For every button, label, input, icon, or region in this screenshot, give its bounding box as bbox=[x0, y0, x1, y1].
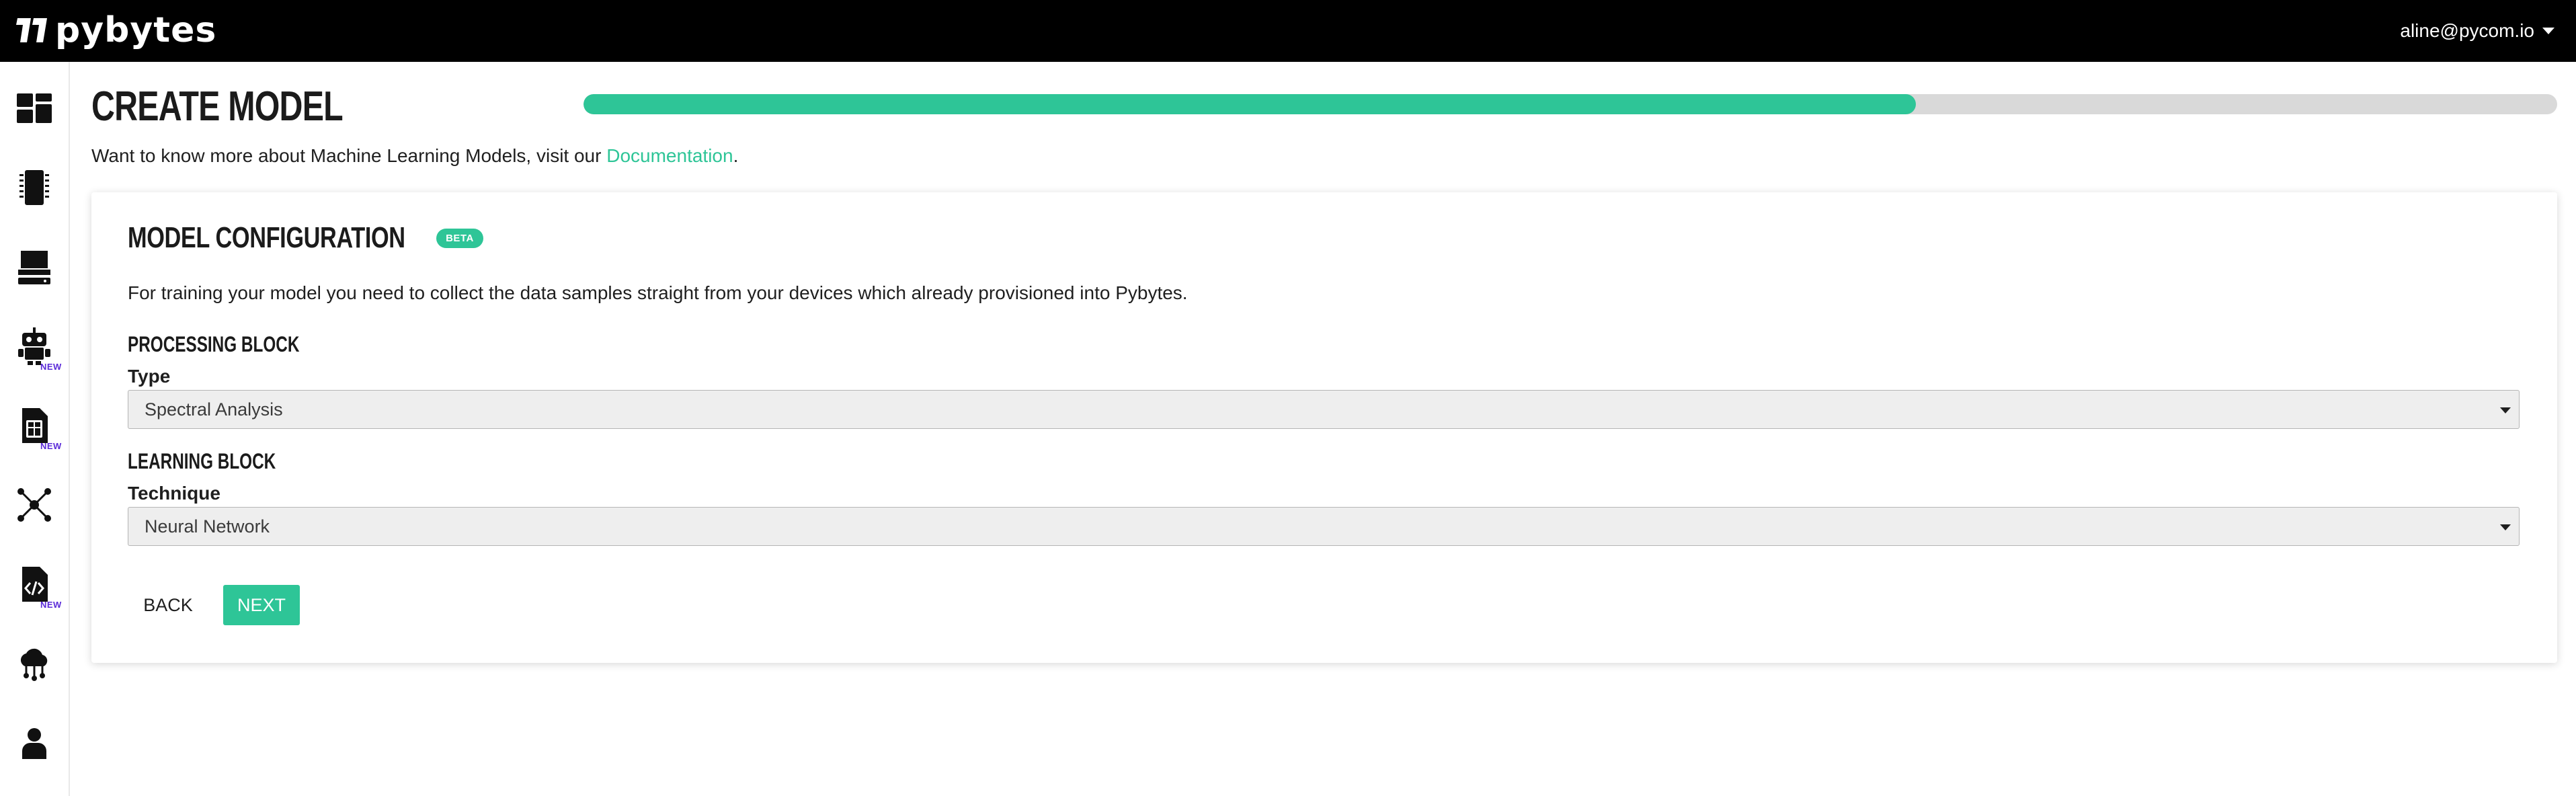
learning-block-title: LEARNING BLOCK bbox=[128, 449, 276, 473]
type-label: Type bbox=[128, 366, 171, 387]
robot-icon bbox=[18, 327, 50, 365]
technique-select[interactable]: Neural Network bbox=[128, 507, 2520, 546]
user-menu[interactable]: aline@pycom.io bbox=[2400, 0, 2554, 62]
pybytes-logo-icon bbox=[16, 18, 47, 42]
network-nodes-icon bbox=[17, 488, 51, 522]
app-name: pybytes bbox=[55, 10, 217, 50]
new-badge: NEW bbox=[40, 362, 62, 372]
sidebar-item-servers[interactable] bbox=[0, 230, 69, 304]
sidebar-item-code[interactable]: NEW bbox=[0, 547, 69, 621]
caret-down-icon bbox=[2500, 407, 2511, 413]
sidebar-item-cloud[interactable] bbox=[0, 627, 69, 701]
sidebar-item-robots[interactable]: NEW bbox=[0, 309, 69, 383]
caret-down-icon bbox=[2542, 28, 2554, 34]
card-description: For training your model you need to coll… bbox=[128, 282, 1188, 303]
sidebar: NEW NEW NEW bbox=[0, 62, 70, 796]
main-content: CREATE MODEL Want to know more about Mac… bbox=[91, 62, 2560, 796]
user-account-icon bbox=[22, 728, 46, 759]
progress-fill bbox=[583, 94, 1916, 114]
back-button[interactable]: BACK bbox=[128, 585, 208, 625]
server-icon bbox=[18, 251, 50, 284]
sidebar-item-devices[interactable] bbox=[0, 151, 69, 225]
cloud-integration-icon bbox=[20, 648, 48, 681]
page-title: CREATE MODEL bbox=[91, 83, 344, 130]
card-title: MODEL CONFIGURATION bbox=[128, 221, 405, 254]
new-badge: NEW bbox=[40, 441, 62, 451]
type-select[interactable]: Spectral Analysis bbox=[128, 390, 2520, 429]
intro-text: Want to know more about Machine Learning… bbox=[91, 145, 738, 167]
documentation-link[interactable]: Documentation bbox=[606, 145, 733, 166]
dashboard-icon bbox=[17, 93, 52, 123]
code-file-icon bbox=[22, 567, 48, 602]
top-navbar: pybytes aline@pycom.io bbox=[0, 0, 2576, 62]
device-chip-icon bbox=[19, 170, 49, 205]
sidebar-item-dashboard[interactable] bbox=[0, 71, 69, 145]
caret-down-icon bbox=[2500, 524, 2511, 530]
new-badge: NEW bbox=[40, 600, 62, 610]
processing-block-title: PROCESSING BLOCK bbox=[128, 332, 300, 356]
progress-bar bbox=[583, 94, 2557, 114]
sidebar-item-network[interactable] bbox=[0, 468, 69, 542]
sidebar-item-account[interactable] bbox=[0, 706, 69, 780]
card-header: MODEL CONFIGURATION BETA bbox=[128, 223, 483, 253]
next-button[interactable]: NEXT bbox=[223, 585, 300, 625]
technique-label: Technique bbox=[128, 483, 220, 504]
intro-text-end: . bbox=[733, 145, 739, 166]
beta-badge: BETA bbox=[436, 228, 483, 248]
intro-text-label: Want to know more about Machine Learning… bbox=[91, 145, 607, 166]
pybytes-logo[interactable]: pybytes bbox=[16, 8, 216, 52]
user-email: aline@pycom.io bbox=[2400, 20, 2534, 41]
sim-card-icon bbox=[22, 408, 48, 443]
model-configuration-card: MODEL CONFIGURATION BETA For training yo… bbox=[91, 192, 2557, 663]
sidebar-item-sim[interactable]: NEW bbox=[0, 389, 69, 463]
technique-select-value: Neural Network bbox=[145, 516, 270, 536]
type-select-value: Spectral Analysis bbox=[145, 399, 283, 420]
